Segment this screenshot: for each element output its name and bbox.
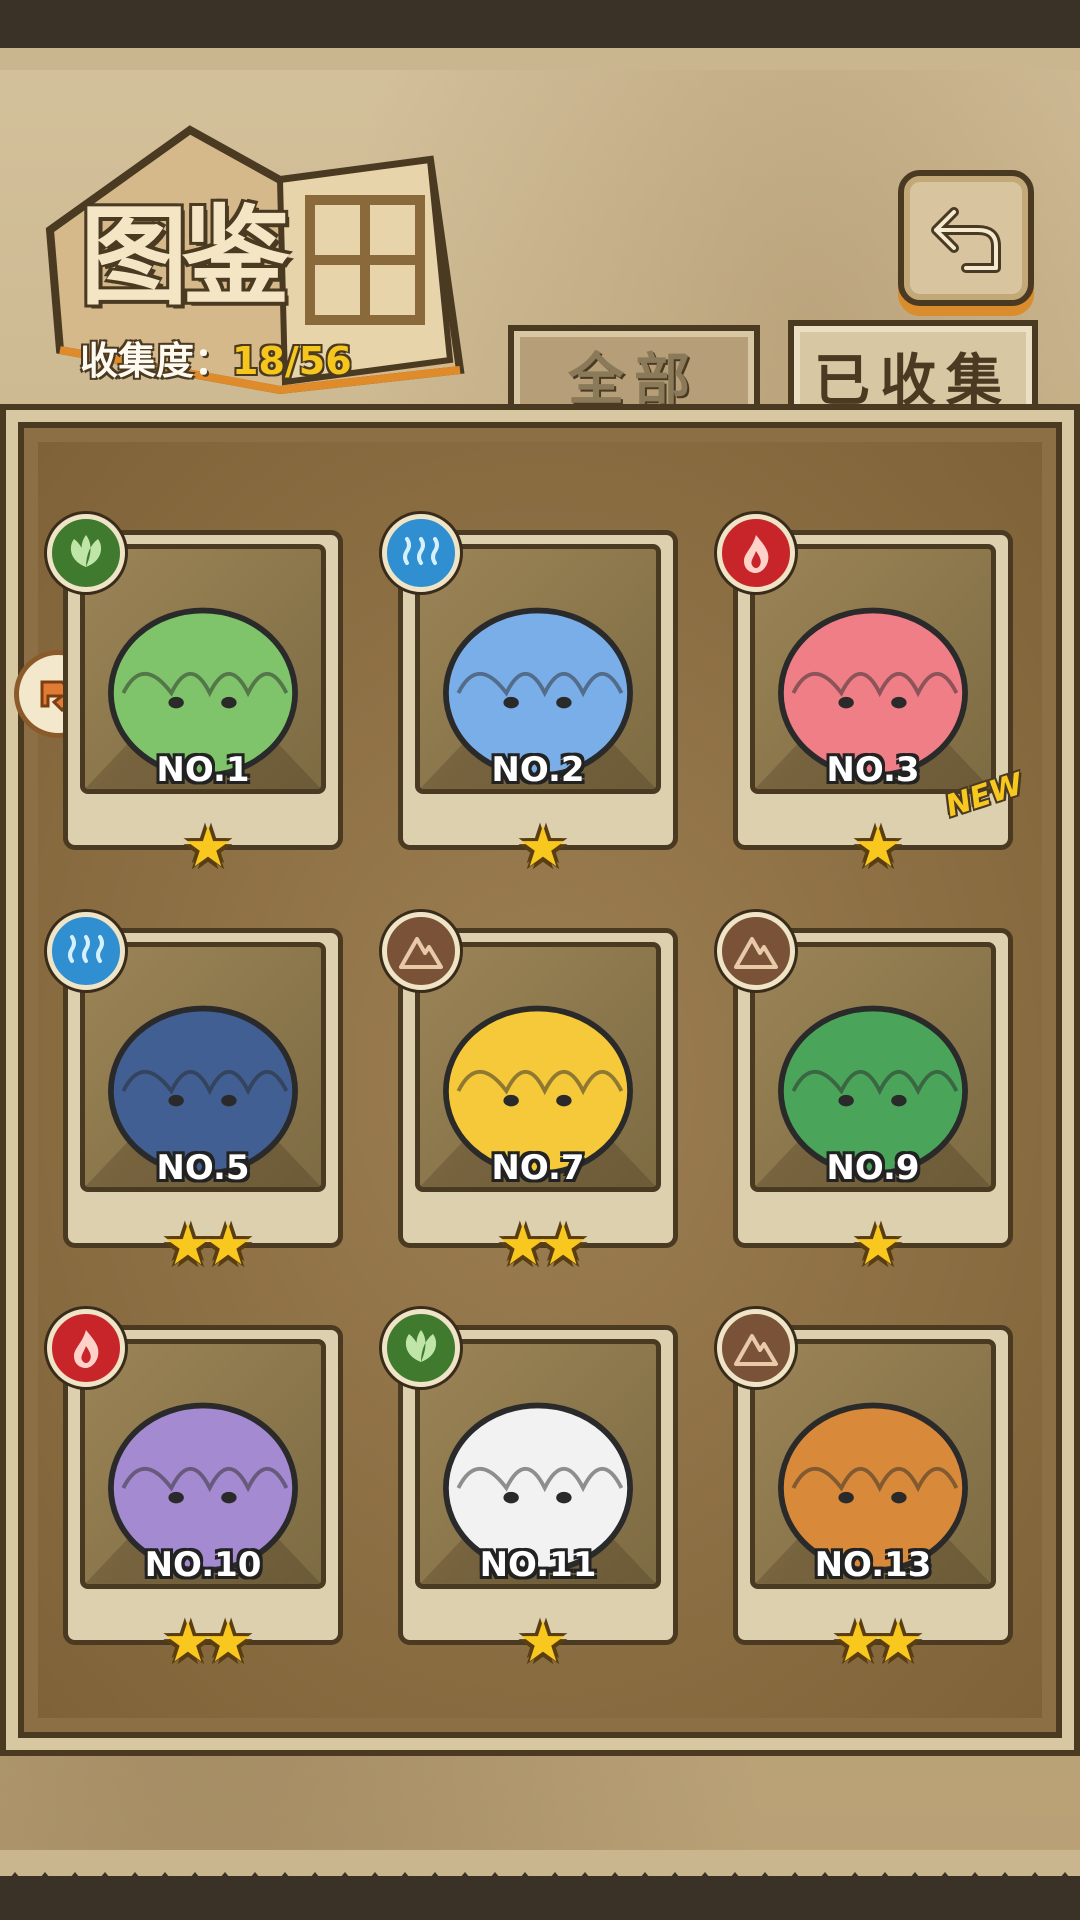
earth-element-icon (382, 912, 460, 990)
grass-element-icon (47, 514, 125, 592)
page-title: 图鉴 (80, 194, 290, 320)
zigzag-bottom-border (0, 1850, 1080, 1920)
creature-card[interactable]: NO.7 ★★ (382, 912, 678, 1274)
creature-card[interactable]: NO.9 ★ (717, 912, 1013, 1274)
card-number: NO.9 (826, 1148, 920, 1188)
card-number: NO.7 (491, 1148, 585, 1188)
progress-label: 收集度 (80, 339, 195, 383)
water-element-icon (382, 514, 460, 592)
card-number: NO.10 (144, 1545, 262, 1585)
card-number: NO.13 (814, 1545, 932, 1585)
earth-element-icon (717, 1309, 795, 1387)
water-element-icon (47, 912, 125, 990)
star-rating: ★ (852, 815, 903, 880)
progress-value: 18/56 (232, 339, 352, 383)
back-button[interactable] (898, 170, 1034, 306)
creature-card[interactable]: NO.2 ★ (382, 514, 678, 876)
card-number: NO.5 (156, 1148, 250, 1188)
progress-separator: ： (194, 339, 233, 383)
star-rating: ★★ (497, 1213, 588, 1278)
earth-element-icon (717, 912, 795, 990)
star-rating: ★ (182, 815, 233, 880)
creature-card[interactable]: NO.11 ★ (382, 1309, 678, 1671)
return-arrow-icon (931, 207, 1001, 273)
creature-card[interactable]: NO.13 ★★ (717, 1309, 1013, 1671)
grass-element-icon (382, 1309, 460, 1387)
fire-element-icon (47, 1309, 125, 1387)
card-number: NO.1 (156, 750, 250, 790)
star-rating: ★ (517, 815, 568, 880)
star-rating: ★★ (832, 1610, 923, 1675)
star-rating: ★★ (162, 1213, 253, 1278)
creature-card[interactable]: NO.1 ★ (47, 514, 343, 876)
card-number: NO.2 (491, 750, 585, 790)
star-rating: ★★ (162, 1610, 253, 1675)
star-rating: ★ (852, 1213, 903, 1278)
card-number: NO.11 (479, 1545, 597, 1585)
collection-progress: 收集度：18/56 (80, 330, 352, 385)
creature-card[interactable]: NO.5 ★★ (47, 912, 343, 1274)
zigzag-top-border (0, 0, 1080, 70)
fire-element-icon (717, 514, 795, 592)
creature-card[interactable]: NO.3 ★ NEW (717, 514, 1027, 876)
star-rating: ★ (517, 1610, 568, 1675)
creature-card[interactable]: NO.10 ★★ (47, 1309, 343, 1671)
